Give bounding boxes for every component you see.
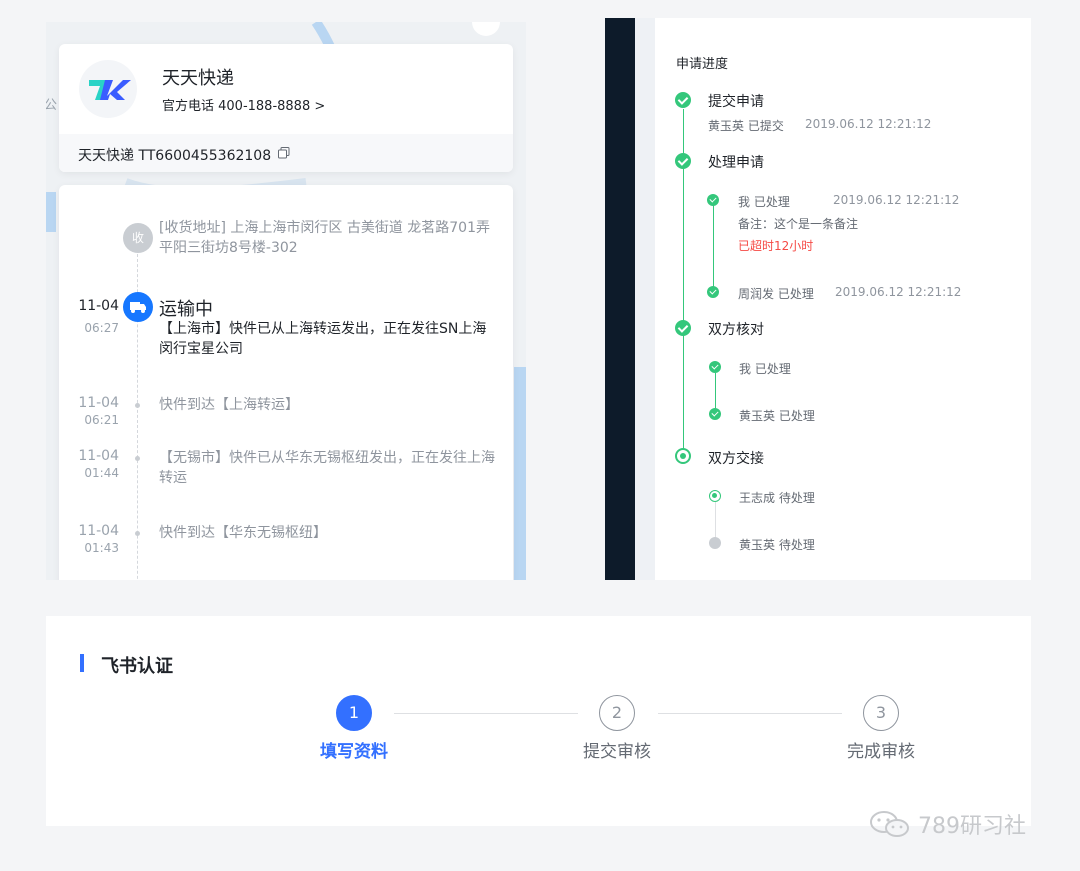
overdue-warning: 已超时12小时 <box>738 239 814 253</box>
substep-date: 2019.06.12 12:21:12 <box>833 193 960 207</box>
map-panel[interactable]: 公 天天快递 官方电话 400-188-8888 > 天天快递 TT660045… <box>46 22 526 580</box>
substep-note: 备注：这个是一条备注 <box>738 217 859 231</box>
event-status: 运输中 <box>159 299 213 320</box>
map-place-label: 公 <box>46 98 58 113</box>
step-3-label[interactable]: 完成审核 <box>821 737 941 762</box>
substep-who: 黄玉英 已处理 <box>739 409 815 423</box>
event-text: 【无锡市】快件已从华东无锡枢纽发出，正在发往上海转运 <box>159 450 495 486</box>
substep-date: 2019.06.12 12:21:12 <box>835 285 962 299</box>
timeline-dot <box>135 531 140 536</box>
step-submitter: 黄玉英 已提交 <box>708 119 784 133</box>
wechat-icon <box>870 811 909 837</box>
timeline-dot <box>135 456 140 461</box>
dark-sidebar <box>605 18 635 580</box>
step-name: 双方核对 <box>708 322 764 338</box>
receive-address: [收货地址] 上海上海市闵行区 古美街道 龙茗路701弄平阳三街坊8号楼-302 <box>159 220 490 256</box>
substep-done-icon <box>709 361 721 373</box>
event-time: 01:43 <box>84 541 119 555</box>
receive-badge: 收 <box>123 223 153 253</box>
courier-phone-link[interactable]: 官方电话 400-188-8888 > <box>162 95 325 114</box>
watermark: 789研习社 <box>868 808 1026 840</box>
substep-who: 我 已处理 <box>739 362 791 376</box>
step-2-label[interactable]: 提交审核 <box>557 737 677 762</box>
event-date: 11-04 <box>78 448 119 464</box>
event-text: 快件到达【上海转运】 <box>159 397 299 413</box>
substep-who: 王志成 待处理 <box>739 491 815 505</box>
step-name: 提交申请 <box>708 94 764 110</box>
substep-pending-icon <box>709 537 721 549</box>
step-name: 双方交接 <box>708 451 764 467</box>
courier-card[interactable]: 天天快递 官方电话 400-188-8888 > 天天快递 TT66004553… <box>59 44 513 172</box>
step-connector <box>658 713 842 714</box>
step-1-circle[interactable]: 1 <box>336 695 372 731</box>
step-3-circle[interactable]: 3 <box>863 695 899 731</box>
event-time: 01:44 <box>84 466 119 480</box>
tracking-timeline: 收 [收货地址] 上海上海市闵行区 古美街道 龙茗路701弄平阳三街坊8号楼-3… <box>59 185 513 580</box>
event-time: 06:21 <box>84 413 119 427</box>
substep-current-icon <box>709 490 721 502</box>
substep-done-icon <box>707 286 719 298</box>
event-time: 06:27 <box>84 321 119 335</box>
courier-logo <box>79 60 137 118</box>
event-text: 【上海市】快件已从上海转运发出，正在发往SN上海闵行宝星公司 <box>159 321 487 357</box>
timeline-dot <box>135 403 140 408</box>
watermark-text: 789研习社 <box>918 814 1026 839</box>
progress-title: 申请进度 <box>676 57 729 72</box>
step-done-icon <box>675 153 691 169</box>
approval-progress-panel: 申请进度 提交申请 黄玉英 已提交 2019.06.12 12:21:12 处理… <box>655 18 1031 580</box>
title-accent-bar <box>80 654 84 672</box>
event-date: 11-04 <box>78 298 119 314</box>
step-name: 处理申请 <box>708 155 764 171</box>
substep-done-icon <box>709 408 721 420</box>
step-current-icon <box>675 448 691 464</box>
courier-name: 天天快递 <box>162 68 234 89</box>
step-2-circle[interactable]: 2 <box>599 695 635 731</box>
truck-icon <box>123 292 153 322</box>
substep-who: 我 已处理 <box>738 195 790 209</box>
step-done-icon <box>675 92 691 108</box>
substep-done-icon <box>707 194 719 206</box>
step-done-icon <box>675 320 691 336</box>
substep-who: 周润发 已处理 <box>738 287 814 301</box>
step-date: 2019.06.12 12:21:12 <box>805 117 932 131</box>
auth-steps-panel: 飞书认证 1 填写资料 2 提交审核 3 完成审核 <box>46 616 1031 826</box>
event-text: 快件到达【华东无锡枢纽】 <box>159 525 327 541</box>
tracking-number-row: 天天快递 TT6600455362108 <box>59 134 513 172</box>
event-date: 11-04 <box>78 395 119 411</box>
tracking-number: 天天快递 TT6600455362108 <box>78 148 272 164</box>
step-connector <box>394 713 578 714</box>
step-1-label[interactable]: 填写资料 <box>294 737 414 762</box>
copy-icon[interactable] <box>278 147 290 159</box>
event-date: 11-04 <box>78 523 119 539</box>
substep-who: 黄玉英 待处理 <box>739 538 815 552</box>
auth-title: 飞书认证 <box>101 656 173 677</box>
